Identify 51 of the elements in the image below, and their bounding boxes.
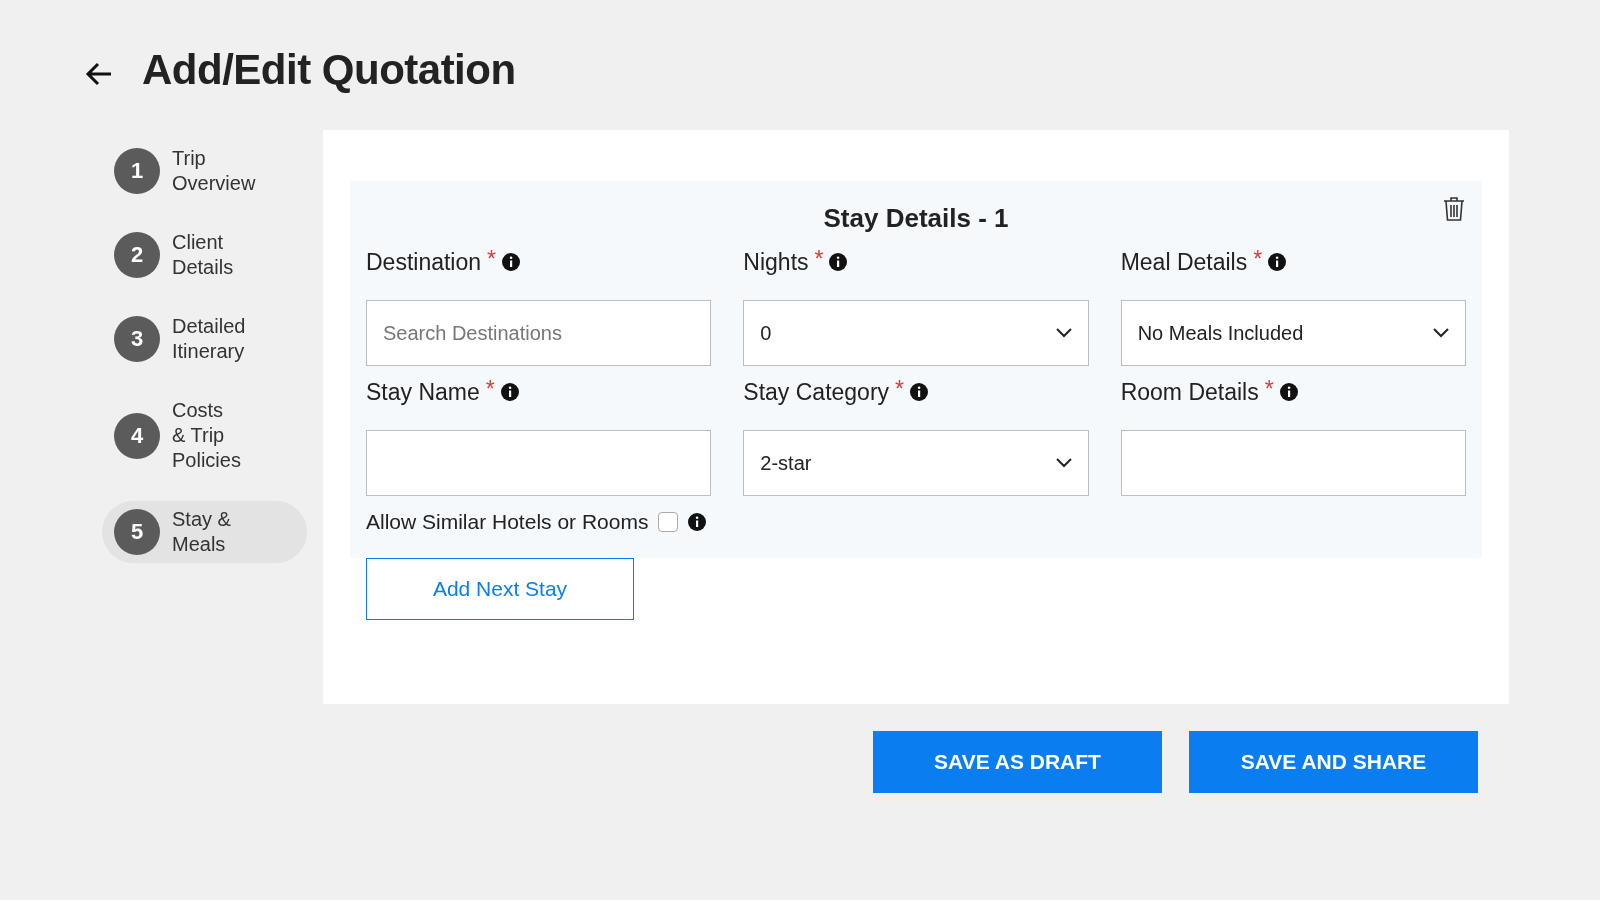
info-icon[interactable]: [500, 383, 519, 401]
step-item[interactable]: 1 Trip Overview: [102, 140, 307, 202]
required-mark: *: [1253, 245, 1263, 273]
step-number: 3: [114, 316, 160, 362]
trash-icon[interactable]: [1442, 196, 1466, 222]
checkbox-label: Allow Similar Hotels or Rooms: [366, 510, 649, 534]
field-label: Destination: [366, 248, 482, 276]
select-field[interactable]: 0: [743, 300, 1089, 366]
select-field[interactable]: 2-star: [743, 430, 1089, 496]
step-number: 4: [114, 412, 160, 459]
page-title: Add/Edit Quotation: [142, 46, 516, 94]
text-field[interactable]: [366, 430, 712, 496]
field-label: Meal Details: [1120, 248, 1248, 276]
info-icon[interactable]: [1279, 383, 1298, 401]
save-button[interactable]: SAVE AS DRAFT: [873, 731, 1162, 793]
step-label: Client Details: [172, 230, 235, 280]
step-label: Trip Overview: [172, 146, 257, 196]
required-mark: *: [485, 375, 495, 403]
info-icon[interactable]: [502, 253, 521, 271]
step-number: 1: [114, 148, 160, 194]
step-label: Costs & Trip Policies: [172, 398, 242, 473]
step-item[interactable]: 4 Costs & Trip Policies: [102, 392, 307, 479]
panel-title: Stay Details - 1: [823, 203, 1009, 234]
info-icon[interactable]: [688, 513, 707, 531]
required-mark: *: [895, 375, 905, 403]
field-label: Stay Name: [366, 378, 480, 406]
step-item[interactable]: 3 Detailed Itinerary: [102, 308, 307, 370]
field-label: Nights: [743, 248, 809, 276]
step-number: 5: [114, 509, 160, 555]
checkbox[interactable]: [658, 512, 679, 532]
step-label: Stay & Meals: [172, 507, 232, 557]
required-mark: *: [814, 245, 824, 273]
chevron-down-icon: [1055, 328, 1072, 338]
required-mark: *: [487, 245, 497, 273]
field-label: Room Details: [1120, 378, 1259, 406]
step-number: 2: [114, 232, 160, 278]
step-item[interactable]: 2 Client Details: [102, 224, 307, 286]
chevron-down-icon: [1055, 458, 1072, 468]
select-field[interactable]: No Meals Included: [1120, 300, 1466, 366]
text-field[interactable]: Search Destinations: [366, 300, 712, 366]
add-next-stay-button[interactable]: Add Next Stay: [366, 558, 634, 620]
text-field[interactable]: [1120, 430, 1466, 496]
info-icon[interactable]: [829, 253, 848, 271]
info-icon[interactable]: [910, 383, 929, 401]
save-button[interactable]: SAVE AND SHARE: [1189, 731, 1478, 793]
step-item[interactable]: 5 Stay & Meals: [102, 501, 307, 563]
required-mark: *: [1264, 375, 1274, 403]
info-icon[interactable]: [1268, 253, 1287, 271]
chevron-down-icon: [1433, 328, 1449, 338]
field-label: Stay Category: [743, 378, 890, 406]
step-label: Detailed Itinerary: [172, 314, 247, 364]
